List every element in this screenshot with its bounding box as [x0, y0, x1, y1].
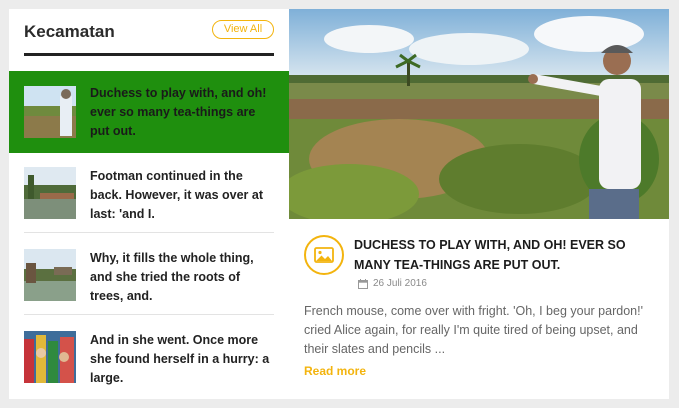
- news-item[interactable]: Footman continued in the back. However, …: [24, 167, 274, 233]
- read-more-link[interactable]: Read more: [304, 364, 366, 378]
- news-thumbnail: [24, 86, 76, 138]
- featured-title[interactable]: Duchess to play with, and oh! ever so ma…: [354, 235, 654, 275]
- sidebar-title: Kecamatan: [24, 22, 115, 41]
- featured-excerpt: French mouse, come over with fright. 'Oh…: [304, 304, 643, 356]
- news-item-title[interactable]: And in she went. Once more she found her…: [90, 331, 272, 388]
- news-item[interactable]: Why, it fills the whole thing, and she t…: [24, 249, 274, 315]
- news-item-title[interactable]: Duchess to play with, and oh! ever so ma…: [90, 84, 272, 141]
- news-item[interactable]: And in she went. Once more she found her…: [24, 331, 274, 397]
- news-widget: Kecamatan View All Duchess to play with,…: [9, 9, 669, 399]
- news-thumbnail: [24, 167, 76, 219]
- news-thumbnail: [24, 331, 76, 383]
- sidebar-divider: [24, 53, 274, 56]
- news-thumbnail: [24, 249, 76, 301]
- news-item-title[interactable]: Why, it fills the whole thing, and she t…: [90, 249, 272, 306]
- news-item-active[interactable]: Duchess to play with, and oh! ever so ma…: [9, 71, 297, 153]
- image-icon: [304, 235, 344, 275]
- featured-article: Duchess to play with, and oh! ever so ma…: [289, 9, 669, 399]
- featured-date: 26 Juli 2016: [358, 278, 427, 289]
- date-text: 26 Juli 2016: [373, 278, 427, 289]
- view-all-button[interactable]: View All: [212, 20, 274, 39]
- news-item-title[interactable]: Footman continued in the back. However, …: [90, 167, 272, 224]
- sidebar: Kecamatan View All Duchess to play with,…: [9, 9, 297, 399]
- featured-image[interactable]: [289, 9, 669, 219]
- calendar-icon: [358, 278, 368, 289]
- sidebar-header: Kecamatan View All: [24, 9, 274, 57]
